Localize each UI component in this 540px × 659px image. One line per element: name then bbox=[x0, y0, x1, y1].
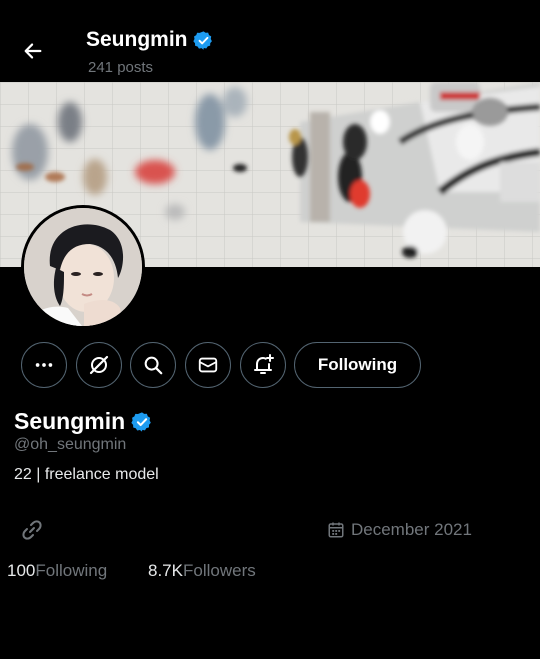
verified-badge-icon bbox=[131, 411, 151, 432]
more-icon bbox=[35, 363, 53, 367]
header-name: Seungmin bbox=[86, 28, 188, 51]
profile-name: Seungmin bbox=[14, 408, 126, 434]
profile-actions: Following bbox=[0, 342, 540, 388]
profile-bio: 22 | freelance model bbox=[14, 466, 159, 483]
search-button[interactable] bbox=[130, 342, 176, 388]
profile-avatar[interactable] bbox=[21, 205, 145, 329]
following-count: 100 bbox=[7, 561, 36, 580]
top-bar: Seungmin 241 posts bbox=[0, 0, 540, 82]
grok-icon bbox=[89, 355, 109, 375]
joined-date-text: December 2021 bbox=[351, 520, 472, 539]
followers-stat[interactable]: 8.7KFollowers bbox=[148, 561, 256, 581]
post-count: 241 posts bbox=[88, 59, 154, 76]
calendar-icon bbox=[328, 522, 344, 538]
more-button[interactable] bbox=[21, 342, 67, 388]
following-button[interactable]: Following bbox=[294, 342, 421, 388]
verified-badge-icon bbox=[192, 30, 212, 50]
back-button[interactable] bbox=[18, 36, 48, 66]
followers-count: 8.7K bbox=[148, 561, 183, 580]
message-button[interactable] bbox=[185, 342, 231, 388]
header-name-row: Seungmin bbox=[86, 28, 214, 52]
grok-button[interactable] bbox=[76, 342, 122, 388]
search-icon bbox=[144, 356, 163, 375]
profile-handle: @oh_seungmin bbox=[14, 436, 127, 453]
following-label: Following bbox=[35, 561, 108, 580]
following-stat[interactable]: 100Following bbox=[7, 561, 107, 581]
joined-date: December 2021 bbox=[327, 520, 472, 540]
notification-bell-icon bbox=[254, 354, 274, 374]
followers-label: Followers bbox=[182, 561, 256, 580]
message-icon bbox=[198, 357, 218, 373]
link-icon[interactable] bbox=[20, 518, 44, 542]
profile-name-row: Seungmin bbox=[14, 408, 153, 435]
back-arrow-icon bbox=[24, 43, 42, 59]
notifications-button[interactable] bbox=[240, 342, 286, 388]
